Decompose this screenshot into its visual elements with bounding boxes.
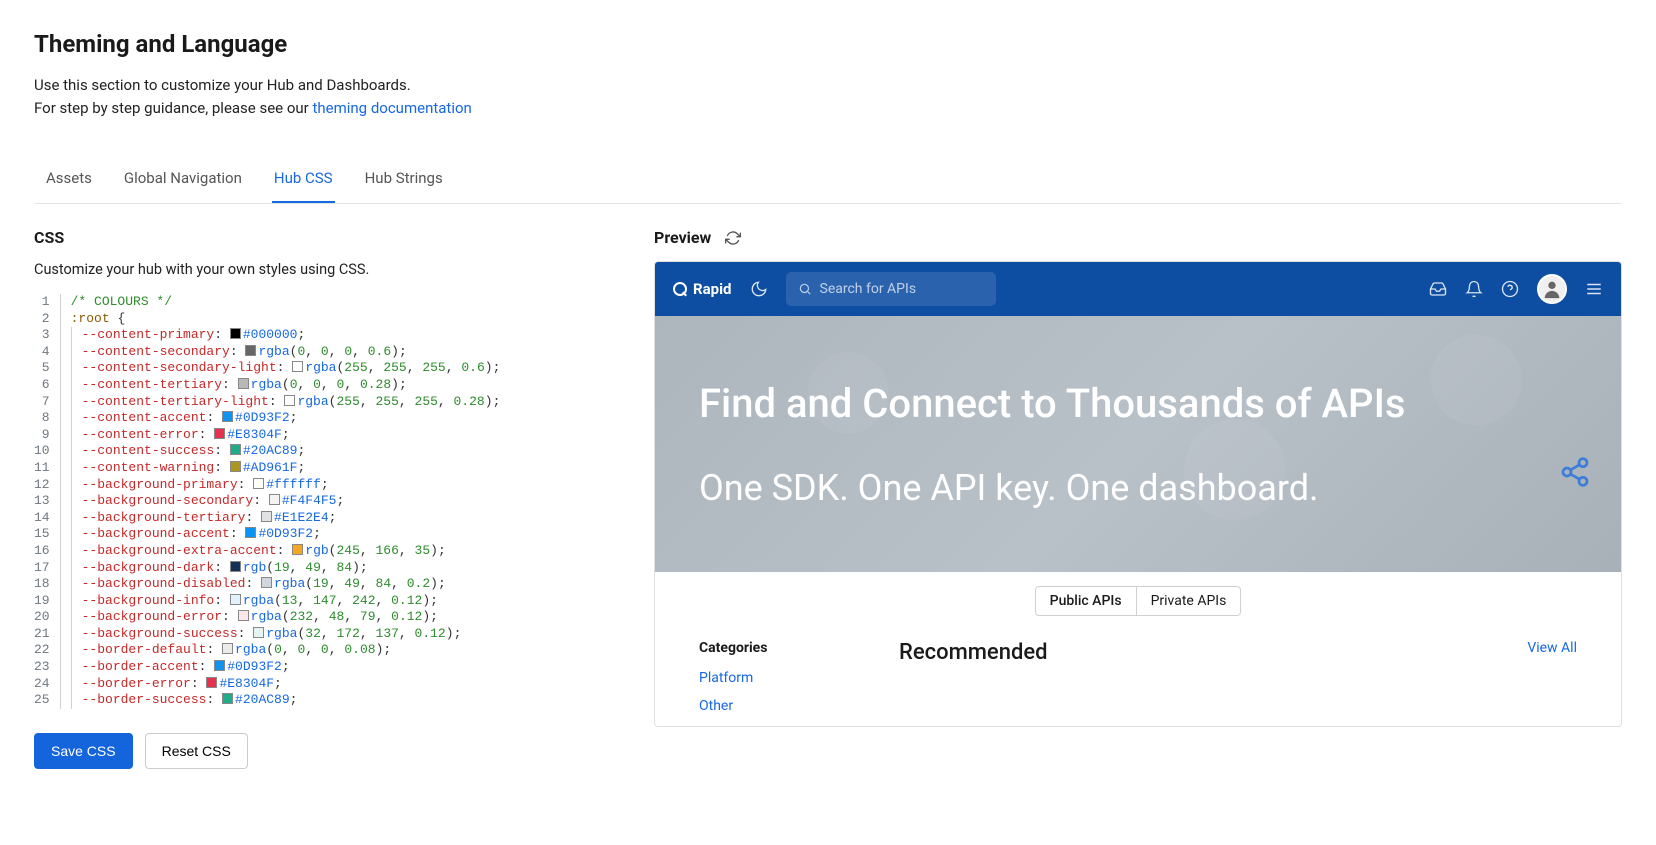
menu-icon[interactable]	[1585, 280, 1603, 298]
code-line[interactable]: --background-secondary: #F4F4F5;	[71, 493, 501, 510]
code-line[interactable]: --background-dark: rgb(19, 49, 84);	[71, 560, 501, 577]
code-line[interactable]: :root {	[71, 311, 501, 328]
theming-doc-link[interactable]: theming documentation	[312, 99, 471, 117]
code-line[interactable]: --border-default: rgba(0, 0, 0, 0.08);	[71, 642, 501, 659]
code-line[interactable]: --content-secondary: rgba(0, 0, 0, 0.6);	[71, 344, 501, 361]
code-line[interactable]: --background-tertiary: #E1E2E4;	[71, 510, 501, 527]
category-link-platform[interactable]: Platform	[699, 670, 859, 686]
moon-icon[interactable]	[750, 280, 768, 298]
save-css-button[interactable]: Save CSS	[34, 733, 133, 769]
code-line[interactable]: --content-accent: #0D93F2;	[71, 410, 501, 427]
css-section-desc: Customize your hub with your own styles …	[34, 261, 614, 278]
inbox-icon[interactable]	[1429, 280, 1447, 298]
code-line[interactable]: --content-secondary-light: rgba(255, 255…	[71, 360, 501, 377]
preview-hero: Find and Connect to Thousands of APIs On…	[655, 316, 1621, 572]
code-line[interactable]: --background-accent: #0D93F2;	[71, 526, 501, 543]
refresh-icon[interactable]	[725, 230, 741, 246]
preview-logo[interactable]: Rapid	[673, 280, 732, 298]
tab-global-navigation[interactable]: Global Navigation	[122, 159, 244, 203]
bell-icon[interactable]	[1465, 280, 1483, 298]
code-line[interactable]: --content-primary: #000000;	[71, 327, 501, 344]
recommended-heading: Recommended	[899, 640, 1048, 665]
code-line[interactable]: --background-primary: #ffffff;	[71, 477, 501, 494]
hero-subtitle: One SDK. One API key. One dashboard.	[699, 467, 1577, 509]
tab-assets[interactable]: Assets	[44, 159, 94, 203]
code-line[interactable]: --content-tertiary-light: rgba(255, 255,…	[71, 394, 501, 411]
code-line[interactable]: --border-error: #E8304F;	[71, 676, 501, 693]
code-line[interactable]: --background-info: rgba(13, 147, 242, 0.…	[71, 593, 501, 610]
code-line[interactable]: --content-warning: #AD961F;	[71, 460, 501, 477]
code-line[interactable]: --content-error: #E8304F;	[71, 427, 501, 444]
code-line[interactable]: --border-accent: #0D93F2;	[71, 659, 501, 676]
code-line[interactable]: --background-error: rgba(232, 48, 79, 0.…	[71, 609, 501, 626]
search-placeholder: Search for APIs	[820, 281, 917, 297]
view-all-link[interactable]: View All	[1527, 640, 1577, 656]
help-icon[interactable]	[1501, 280, 1519, 298]
preview-frame: Rapid Search for APIs	[654, 261, 1622, 727]
search-icon	[798, 282, 812, 296]
api-tab-private-apis[interactable]: Private APIs	[1137, 586, 1242, 616]
code-line[interactable]: /* COLOURS */	[71, 294, 501, 311]
css-section-title: CSS	[34, 228, 614, 247]
tab-hub-css[interactable]: Hub CSS	[272, 159, 335, 203]
desc-line-1: Use this section to customize your Hub a…	[34, 74, 1622, 97]
code-line[interactable]: --content-tertiary: rgba(0, 0, 0, 0.28);	[71, 377, 501, 394]
css-code-editor[interactable]: 1234567891011121314151617181920212223242…	[34, 294, 614, 709]
preview-logo-text: Rapid	[693, 280, 732, 298]
code-line[interactable]: --background-disabled: rgba(19, 49, 84, …	[71, 576, 501, 593]
tab-hub-strings[interactable]: Hub Strings	[363, 159, 445, 203]
code-line[interactable]: --border-success: #20AC89;	[71, 692, 501, 709]
preview-title: Preview	[654, 228, 711, 247]
page-description: Use this section to customize your Hub a…	[34, 74, 1622, 119]
api-tab-public-apis[interactable]: Public APIs	[1035, 586, 1137, 616]
category-link-other[interactable]: Other	[699, 698, 859, 714]
preview-search-input[interactable]: Search for APIs	[786, 272, 996, 306]
page-title: Theming and Language	[34, 30, 1622, 58]
code-line[interactable]: --background-success: rgba(32, 172, 137,…	[71, 626, 501, 643]
categories-heading: Categories	[699, 640, 859, 656]
preview-topbar: Rapid Search for APIs	[655, 262, 1621, 316]
code-line[interactable]: --background-extra-accent: rgb(245, 166,…	[71, 543, 501, 560]
preview-api-tabs: Public APIsPrivate APIs	[655, 572, 1621, 630]
reset-css-button[interactable]: Reset CSS	[145, 733, 248, 769]
tabs: Assets Global Navigation Hub CSS Hub String…	[34, 159, 1622, 204]
hero-title: Find and Connect to Thousands of APIs	[699, 380, 1577, 427]
avatar[interactable]	[1537, 274, 1567, 304]
desc-line-2-prefix: For step by step guidance, please see ou…	[34, 99, 312, 117]
search-glyph-icon	[673, 282, 687, 296]
code-line[interactable]: --content-success: #20AC89;	[71, 443, 501, 460]
share-icon[interactable]	[1559, 456, 1591, 488]
